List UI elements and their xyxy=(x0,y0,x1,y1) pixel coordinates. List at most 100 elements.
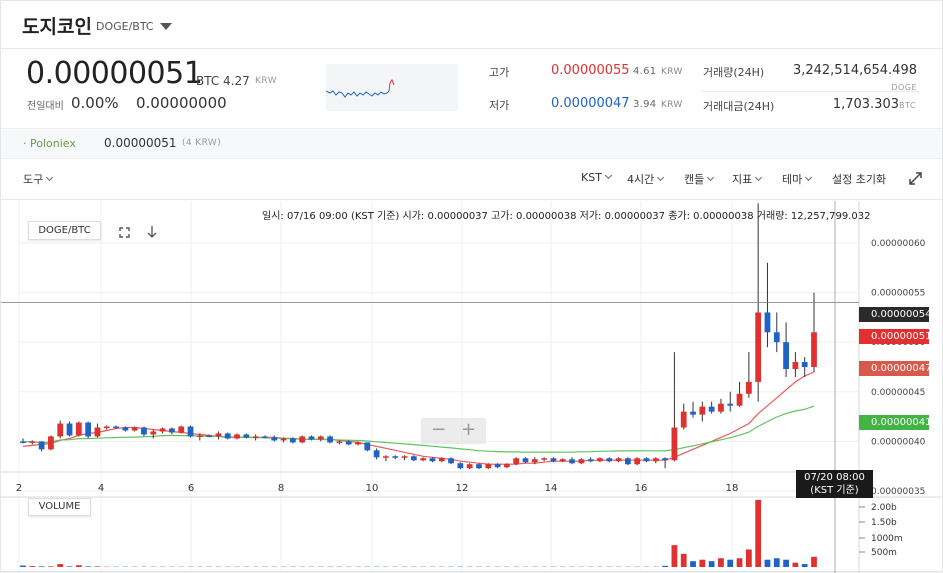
reset-settings-button[interactable]: 설정 초기화 xyxy=(832,171,886,187)
candle-body xyxy=(262,436,268,438)
candle-body xyxy=(625,458,631,464)
volume-bar xyxy=(699,560,705,567)
indicator-menu[interactable]: 지표 xyxy=(732,171,761,187)
candle-body xyxy=(253,436,259,438)
x-tick-label: 6 xyxy=(188,483,194,494)
ma-short-value: 0.00000047 xyxy=(871,363,931,374)
tools-menu[interactable]: 도구 xyxy=(23,171,52,187)
candle-body xyxy=(523,458,529,462)
crosshair-price: 0.00000054 xyxy=(871,309,931,320)
candle-body xyxy=(597,458,603,461)
volume-bar xyxy=(709,561,715,567)
volume-bar xyxy=(29,566,35,567)
candle-body xyxy=(504,464,510,467)
high-krw: 4.61 xyxy=(633,66,656,77)
candle-body xyxy=(467,464,473,468)
change-amount: 0.00000000 xyxy=(136,94,227,112)
candle-body xyxy=(346,441,352,444)
chevron-down-icon xyxy=(657,174,664,181)
price-chart[interactable]: 0.000000600.000000550.000000500.00000045… xyxy=(1,201,942,573)
candle-body xyxy=(355,442,361,444)
candle-body xyxy=(374,450,380,457)
change-label: 전일대비 xyxy=(27,97,64,112)
current-price-tag-value: 0.00000051 xyxy=(871,331,931,342)
y-tick-label: 0.00000055 xyxy=(871,289,925,299)
price-krw: 4.27 xyxy=(223,74,250,88)
change-rate: 0.00% xyxy=(71,94,119,112)
amount-24h: 1,703.303 xyxy=(791,97,899,112)
exchange-name[interactable]: · Poloniex xyxy=(23,137,76,150)
interval-menu[interactable]: 4시간 xyxy=(627,171,663,187)
candle-body xyxy=(271,437,277,440)
tools-menu-label: 도구 xyxy=(23,173,43,186)
candle-body xyxy=(337,441,343,443)
candle-body xyxy=(457,463,463,468)
candle-body xyxy=(783,342,789,369)
chart-legend[interactable]: DOGE/BTC xyxy=(28,221,101,240)
volume-bar xyxy=(793,563,799,567)
volume-bar xyxy=(48,566,54,567)
x-tick-label: 8 xyxy=(278,483,284,494)
candle-body xyxy=(476,464,482,468)
amount-label: 거래대금(24H) xyxy=(703,98,774,114)
arrow-down-icon[interactable] xyxy=(146,225,158,239)
exchange-bar: · Poloniex 0.00000051 (4 KRW) xyxy=(1,128,942,159)
candle-body xyxy=(774,332,780,342)
amount-unit: BTC xyxy=(899,101,917,110)
volume-bar xyxy=(718,558,724,567)
timezone-menu[interactable]: KST xyxy=(581,171,611,184)
candle-body xyxy=(485,464,491,468)
volume-bar xyxy=(737,558,743,567)
candle-body xyxy=(141,428,147,435)
candle-body xyxy=(39,441,45,449)
coin-pair: DOGE/BTC xyxy=(96,20,154,33)
candle-body xyxy=(392,456,398,458)
crosshair-price-tag: 0.00000054 xyxy=(859,307,929,322)
candle-body xyxy=(160,429,166,432)
zoom-in-button[interactable]: + xyxy=(461,419,476,440)
high-price: 0.00000055 xyxy=(551,63,630,78)
candle-body xyxy=(95,428,101,437)
expand-icon[interactable] xyxy=(909,172,922,185)
x-tick-label: 2 xyxy=(16,483,22,494)
coin-select-caret-icon[interactable] xyxy=(160,23,172,30)
candle-body xyxy=(169,429,175,433)
candle-body xyxy=(206,435,212,437)
volume-bar xyxy=(20,566,26,567)
candle-body xyxy=(532,459,538,462)
candle-body xyxy=(104,427,110,429)
x-tick-label: 10 xyxy=(366,483,379,494)
mini-sparkline xyxy=(326,64,458,111)
fullscreen-icon[interactable] xyxy=(119,227,130,238)
candle-body xyxy=(448,458,454,463)
chart-type-menu[interactable]: 캔들 xyxy=(684,171,713,187)
candle-body xyxy=(802,362,808,367)
volume-bar xyxy=(774,558,780,567)
candle-body xyxy=(634,458,640,464)
candle-body xyxy=(681,412,687,428)
zoom-out-button[interactable]: − xyxy=(431,419,446,440)
candle-body xyxy=(709,407,715,412)
moving-averages xyxy=(23,372,814,464)
chevron-down-icon xyxy=(755,174,762,181)
candle-body xyxy=(727,404,733,406)
header-bar: 도지코인 DOGE/BTC xyxy=(1,1,942,49)
price-krw-unit: KRW xyxy=(255,76,277,86)
volume-bar xyxy=(802,564,808,567)
x-tick-label: 16 xyxy=(635,483,648,494)
candle-body xyxy=(765,312,771,332)
candle-body xyxy=(690,412,696,415)
volume-legend[interactable]: VOLUME xyxy=(28,498,91,516)
current-price: 0.00000051 xyxy=(26,56,202,91)
candle-body xyxy=(495,464,501,467)
candle-body xyxy=(216,433,222,436)
candle-body xyxy=(662,458,668,460)
theme-label: 테마 xyxy=(782,173,802,186)
volume-bar xyxy=(662,566,668,567)
volume-bar xyxy=(76,565,82,567)
candle-body xyxy=(699,407,705,415)
volume-tick-label: 2.00b xyxy=(871,503,897,513)
sparkline-graphic xyxy=(326,64,458,111)
crosshair-time: 07/20 08:00 xyxy=(796,471,873,484)
theme-menu[interactable]: 테마 xyxy=(782,171,811,187)
